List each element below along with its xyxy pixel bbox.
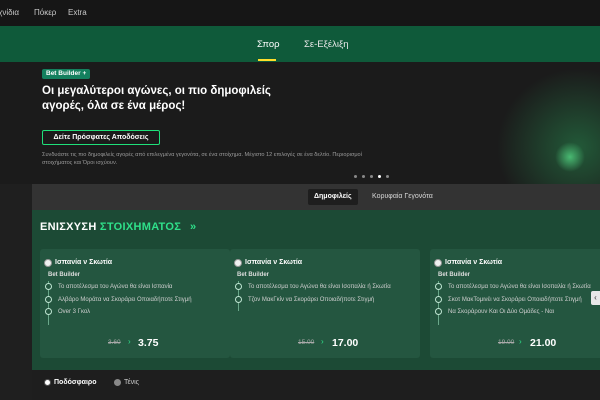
carousel-dot[interactable] (370, 175, 373, 178)
bet-type: Bet Builder (237, 272, 270, 278)
hero-description: Συνδυάστε τις πιο δημοφιλείς αγορές από … (42, 152, 362, 166)
carousel-dot[interactable] (362, 175, 365, 178)
tab-tennis[interactable]: Τένις (124, 379, 139, 386)
active-tab-indicator (258, 59, 276, 61)
tab-live[interactable]: Σε-Εξέλιξη (304, 39, 349, 50)
carousel-dot-active[interactable] (378, 175, 381, 178)
football-icon (44, 379, 51, 386)
selection-text: Over 3 Γκολ (58, 309, 91, 315)
chevron-right-icon: › (321, 337, 324, 346)
tab-football[interactable]: Ποδόσφαιρο (54, 379, 97, 386)
carousel-dot[interactable] (354, 175, 357, 178)
filter-popular[interactable]: Δημοφιλείς (308, 189, 358, 205)
match-title: Ισπανία ν Σκωτία (445, 259, 503, 266)
top-bar: Παιχνίδια Πόκερ Extra (0, 0, 600, 26)
tennis-icon (114, 379, 121, 386)
old-odds: 19.00 (498, 339, 515, 346)
boost-card[interactable]: Ισπανία ν Σκωτία Bet Builder Το αποτέλεσ… (40, 249, 230, 358)
section-title: ΕΝΙΣΧΥΣΗ ΣΤΟΙΧΗΜΑΤΟΣ (40, 221, 182, 233)
hero-artwork (490, 62, 600, 184)
selection-marker (235, 283, 242, 290)
boosted-odds[interactable]: 3.75 (138, 337, 158, 349)
selection-text: Το αποτέλεσμα του Αγώνα θα είναι Ισπανία (58, 284, 173, 290)
tab-sports[interactable]: Σπορ (257, 39, 280, 50)
carousel-dot[interactable] (386, 175, 389, 178)
football-icon (434, 259, 442, 267)
sports-tabs: Ποδόσφαιρο Τένις (32, 370, 600, 400)
boost-card[interactable]: Ισπανία ν Σκωτία Bet Builder Το αποτέλεσ… (230, 249, 420, 358)
selection-text: Το αποτέλεσμα του Αγώνα θα είναι Ισοπαλί… (448, 284, 591, 290)
double-chevron-right-icon[interactable]: » (190, 221, 196, 233)
chevron-right-icon: › (128, 337, 131, 346)
topbar-link-games[interactable]: Παιχνίδια (0, 8, 19, 17)
football-icon (44, 259, 52, 267)
filter-bar: Δημοφιλείς Κορυφαία Γεγονότα (32, 184, 600, 210)
main-nav: Σπορ Σε-Εξέλιξη (0, 26, 600, 62)
selection-text: Τζον ΜακΓκίν να Σκοράρει Οποιαδήποτε Στι… (248, 297, 375, 303)
old-odds: 3.60 (108, 339, 121, 346)
bet-type: Bet Builder (438, 272, 471, 278)
hero-title: Οι μεγαλύτεροι αγώνες, οι πιο δημοφιλείς… (42, 85, 271, 112)
boosted-odds[interactable]: 17.00 (332, 337, 358, 349)
selection-text: Το αποτέλεσμα του Αγώνα θα είναι Ισοπαλί… (248, 284, 391, 290)
topbar-link-poker[interactable]: Πόκερ (34, 8, 56, 17)
bet-builder-badge: Bet Builder + (42, 69, 91, 79)
selection-text: Να Σκοράρουν Και Οι Δύο Ομάδες - Ναι (448, 309, 555, 315)
filter-top-events[interactable]: Κορυφαία Γεγονότα (366, 189, 439, 205)
selection-marker (235, 296, 242, 303)
boost-card[interactable]: Ισπανία ν Σκωτία Bet Builder Το αποτέλεσ… (430, 249, 600, 358)
view-odds-button[interactable]: Δείτε Πρόσφατες Αποδόσεις (42, 130, 160, 145)
selection-marker (45, 283, 52, 290)
topbar-link-extra[interactable]: Extra (68, 8, 87, 17)
carousel-next-button[interactable]: ‹ (591, 291, 600, 305)
bet-type: Bet Builder (48, 272, 81, 278)
hero-glow (555, 142, 585, 172)
old-odds: 15.00 (298, 339, 315, 346)
selection-marker (45, 308, 52, 315)
match-title: Ισπανία ν Σκωτία (55, 259, 113, 266)
selection-marker (45, 296, 52, 303)
selection-marker (435, 308, 442, 315)
selection-text: Αλβάρο Μοράτα να Σκοράρει Οποιαδήποτε Στ… (58, 297, 192, 303)
carousel-dots (354, 175, 404, 179)
football-icon (234, 259, 242, 267)
chevron-right-icon: › (519, 337, 522, 346)
selection-marker (435, 283, 442, 290)
boosted-odds[interactable]: 21.00 (530, 337, 556, 349)
match-title: Ισπανία ν Σκωτία (245, 259, 303, 266)
selection-text: Σκοτ ΜακΤομινέι να Σκοράρει Οποιαδήποτε … (448, 297, 582, 303)
selection-marker (435, 296, 442, 303)
